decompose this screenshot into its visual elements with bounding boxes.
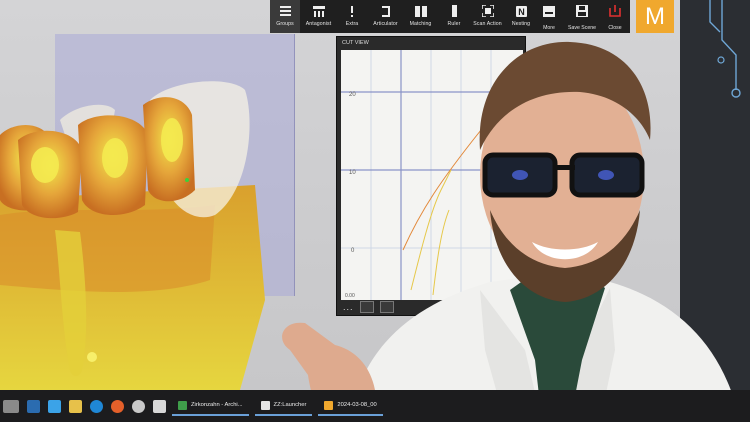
svg-text:N: N [518, 7, 525, 17]
ruler-icon [447, 4, 461, 18]
presenter-photo [282, 41, 740, 422]
mail-icon[interactable] [48, 399, 61, 413]
antagonist-icon [312, 4, 326, 18]
desktop-icon[interactable] [27, 399, 40, 413]
start-icon[interactable] [3, 399, 19, 413]
taskbar-app-label: Zirkonzahn - Archi... [191, 402, 243, 408]
scene-app-icon [324, 400, 334, 410]
menu-icon [278, 4, 292, 18]
browser-icon[interactable] [90, 399, 103, 413]
app-icon[interactable] [153, 399, 166, 413]
settings-icon[interactable] [132, 399, 145, 413]
folder-icon[interactable] [69, 399, 82, 413]
taskbar-app-label: ZZ:Launcher [273, 402, 307, 408]
scan-action-icon [481, 4, 495, 18]
taskbar-app-scene[interactable]: 2024-03-08_00 [318, 396, 383, 416]
exclamation-icon [345, 4, 359, 18]
taskbar-app-archive[interactable]: Zirkonzahn - Archi... [172, 396, 249, 416]
launcher-app-icon [260, 400, 270, 410]
taskbar-app-launcher[interactable]: ZZ:Launcher [254, 396, 313, 416]
os-taskbar: Zirkonzahn - Archi... ZZ:Launcher 2024-0… [0, 390, 750, 422]
matching-icon [414, 4, 428, 18]
archive-app-icon [178, 400, 187, 410]
taskbar-app-label: 2024-03-08_00 [337, 402, 377, 408]
firefox-icon[interactable] [111, 399, 124, 413]
articulator-icon [379, 4, 393, 18]
nesting-icon: N [514, 4, 528, 18]
